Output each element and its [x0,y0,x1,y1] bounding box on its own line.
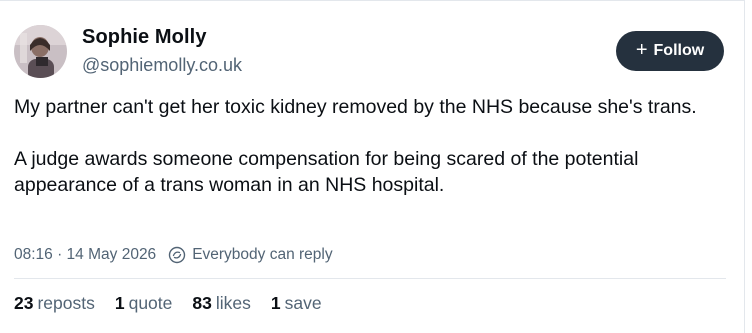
avatar-image [14,25,67,78]
quotes-count: 1 [114,293,125,313]
post-paragraph: A judge awards someone compensation for … [14,148,639,196]
divider [14,278,726,279]
follow-button-label: Follow [653,42,705,59]
saves-stat[interactable]: 1 save [271,293,322,314]
reply-settings-icon [168,246,186,264]
author-handle[interactable]: @sophiemolly.co.uk [82,55,242,76]
avatar[interactable] [14,25,67,78]
plus-icon: + [635,39,648,61]
quotes-label: quote [128,293,173,313]
post-timestamp[interactable]: 08:16 · 14 May 2026 [14,246,156,264]
post-paragraph: My partner can't get her toxic kidney re… [14,96,697,118]
reply-settings-label[interactable]: Everybody can reply [192,246,332,264]
follow-button[interactable]: + Follow [616,31,724,71]
author-display-name[interactable]: Sophie Molly [82,26,207,49]
likes-count: 83 [192,293,212,313]
reposts-stat[interactable]: 23 reposts [14,293,95,314]
reposts-count: 23 [14,293,34,313]
saves-count: 1 [270,293,281,313]
saves-label: save [284,293,322,313]
quotes-stat[interactable]: 1 quote [115,293,173,314]
post-text: My partner can't get her toxic kidney re… [14,94,714,198]
post-meta: 08:16 · 14 May 2026 Everybody can reply [14,246,333,264]
post-card: Sophie Molly @sophiemolly.co.uk + Follow… [0,0,745,333]
likes-label: likes [215,293,251,313]
post-stats: 23 reposts 1 quote 83 likes 1 save [14,293,322,314]
likes-stat[interactable]: 83 likes [192,293,250,314]
reposts-label: reposts [37,293,95,313]
